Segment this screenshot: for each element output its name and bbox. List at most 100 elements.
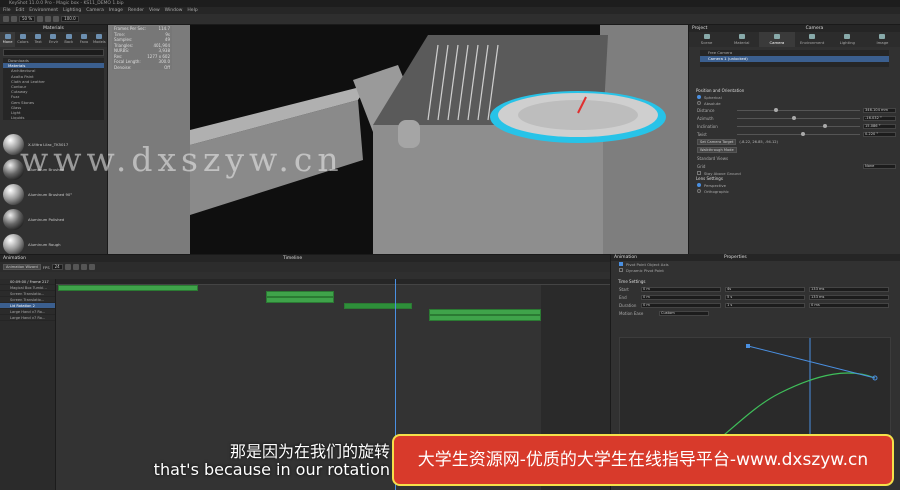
project-tab[interactable]: Image	[865, 32, 900, 47]
track-item[interactable]: Large Hand v7 Ro...	[0, 315, 55, 321]
spherical-label: Spherical	[704, 94, 722, 100]
keyframe-bar[interactable]	[344, 303, 412, 309]
param-value[interactable]: 346.104 mm	[863, 107, 896, 113]
pivot-label: Pivot Point Object Axis	[626, 261, 669, 267]
time-row: End 0 m 5 s 133 ms	[611, 293, 900, 301]
menu-item[interactable]: Render	[128, 7, 144, 14]
camera-param-row: Inclination 15.086 °	[689, 122, 900, 130]
set-camera-target-button[interactable]: Set Camera Target	[697, 139, 737, 145]
menu-item[interactable]: File	[3, 7, 11, 14]
value-field[interactable]: 100.0	[61, 16, 79, 22]
subtitle-en: that's because in our rotation	[153, 460, 390, 479]
hud-value: Off	[164, 64, 170, 70]
material-thumb[interactable]: Aluminum Brushed 90°	[0, 182, 108, 207]
perspective-radio[interactable]	[697, 183, 701, 187]
time-label: End	[619, 294, 627, 300]
perspective-label: Perspective	[704, 182, 726, 188]
menu-item[interactable]: Environment	[29, 7, 58, 14]
slider-knob[interactable]	[823, 124, 828, 128]
menu-item[interactable]: View	[149, 7, 160, 14]
keyframe-bar[interactable]	[266, 297, 334, 303]
param-value[interactable]: -16.032 °	[863, 115, 896, 121]
time-settings: Start 0 m 4s 133 ms End 0 m 5 s 133 ms Duration 0…	[611, 285, 900, 309]
workspace-icon[interactable]	[3, 16, 9, 22]
library-tab[interactable]: Mone	[0, 32, 16, 47]
tree-item[interactable]: Liquids	[3, 115, 104, 120]
rewind-icon[interactable]	[64, 264, 71, 270]
library-tab[interactable]: Models	[92, 32, 107, 47]
param-value[interactable]: 15.086 °	[863, 123, 896, 129]
time-field[interactable]: 0 m	[641, 286, 721, 292]
slider-knob[interactable]	[792, 116, 797, 120]
pause-icon[interactable]	[53, 16, 60, 22]
menu-item[interactable]: Image	[109, 7, 123, 14]
time-row: Start 0 m 4s 133 ms	[611, 285, 900, 293]
param-slider[interactable]	[737, 116, 860, 120]
project-tab[interactable]: Lighting	[830, 32, 865, 47]
material-thumb[interactable]: Aluminum Polished	[0, 207, 108, 232]
standard-views-label: Standard Views	[697, 155, 729, 161]
camera-param-row: Distance 346.104 mm	[689, 106, 900, 114]
project-tab-label: Image	[876, 40, 889, 45]
param-slider[interactable]	[737, 108, 860, 112]
undo-icon[interactable]	[37, 16, 44, 22]
material-name: Aluminum Rough	[28, 242, 61, 247]
track-list: 00:09:00 / Frame 217 Magical Box Tumbl..…	[0, 279, 56, 490]
material-sphere	[3, 234, 24, 255]
library-tab[interactable]: Text	[31, 32, 46, 47]
spherical-radio[interactable]	[697, 95, 701, 99]
param-slider[interactable]	[737, 132, 860, 136]
time-field[interactable]: 1 s	[725, 302, 805, 308]
menu-item[interactable]: Window	[165, 7, 183, 14]
slider-knob[interactable]	[773, 108, 778, 112]
time-field[interactable]: 0 ms	[809, 302, 889, 308]
project-tabs: Scene Material Camera Environment Lighting Im…	[689, 32, 900, 47]
absolute-radio[interactable]	[697, 101, 701, 105]
stay-above-checkbox[interactable]	[697, 171, 701, 175]
project-tab[interactable]: Camera	[759, 32, 795, 47]
param-label: Distance	[697, 107, 715, 113]
walkthrough-button[interactable]: Walkthrough Mode	[697, 147, 737, 153]
redo-icon[interactable]	[45, 16, 52, 22]
forward-icon[interactable]	[80, 264, 87, 270]
project-tab[interactable]: Material	[724, 32, 759, 47]
grid-select[interactable]: None	[863, 163, 896, 169]
param-value[interactable]: 0.220 °	[863, 131, 896, 137]
project-tab[interactable]: Scene	[689, 32, 724, 47]
keyframe-bar[interactable]	[58, 285, 198, 291]
project-title: Project	[692, 26, 708, 31]
library-tab[interactable]: Favo	[76, 32, 91, 47]
time-field[interactable]: 4s	[725, 286, 805, 292]
library-tab[interactable]: Colors	[15, 32, 30, 47]
zoom-field[interactable]: 50 %	[19, 16, 36, 22]
camera-item[interactable]: Camera 1 (unlocked)	[700, 56, 889, 62]
subtitle-cn: 那是因为在我们的旋转	[229, 442, 390, 461]
menu-item[interactable]: Help	[187, 7, 197, 14]
play-icon[interactable]	[72, 264, 79, 270]
loop-icon[interactable]	[88, 264, 95, 270]
keyframe-bar[interactable]	[429, 315, 541, 321]
time-field[interactable]: 133 ms	[809, 294, 889, 300]
time-field[interactable]: 0 m	[641, 302, 721, 308]
param-slider[interactable]	[737, 124, 860, 128]
orthographic-radio[interactable]	[697, 189, 701, 193]
pivot-checkbox[interactable]	[619, 262, 623, 266]
menu-item[interactable]: Lighting	[63, 7, 81, 14]
library-tab[interactable]: Envir	[46, 32, 61, 47]
slider-knob[interactable]	[800, 132, 805, 136]
menu-item[interactable]: Camera	[86, 7, 104, 14]
time-field[interactable]: 5 s	[725, 294, 805, 300]
cpu-icon[interactable]	[11, 16, 17, 22]
motion-ease-select[interactable]: Custom	[659, 310, 709, 316]
fps-field[interactable]: 24	[51, 264, 63, 270]
animation-wizard-button[interactable]: Animation Wizard	[3, 264, 41, 270]
tab-icon	[35, 34, 42, 39]
tab-icon	[19, 34, 26, 39]
library-tab[interactable]: Back	[61, 32, 76, 47]
project-tab[interactable]: Environment	[795, 32, 830, 47]
menu-item[interactable]: Edit	[16, 7, 25, 14]
time-field[interactable]: 0 m	[641, 294, 721, 300]
library-search-input[interactable]	[3, 49, 104, 56]
time-field[interactable]: 133 ms	[809, 286, 889, 292]
dynamic-pivot-checkbox[interactable]	[619, 268, 623, 272]
